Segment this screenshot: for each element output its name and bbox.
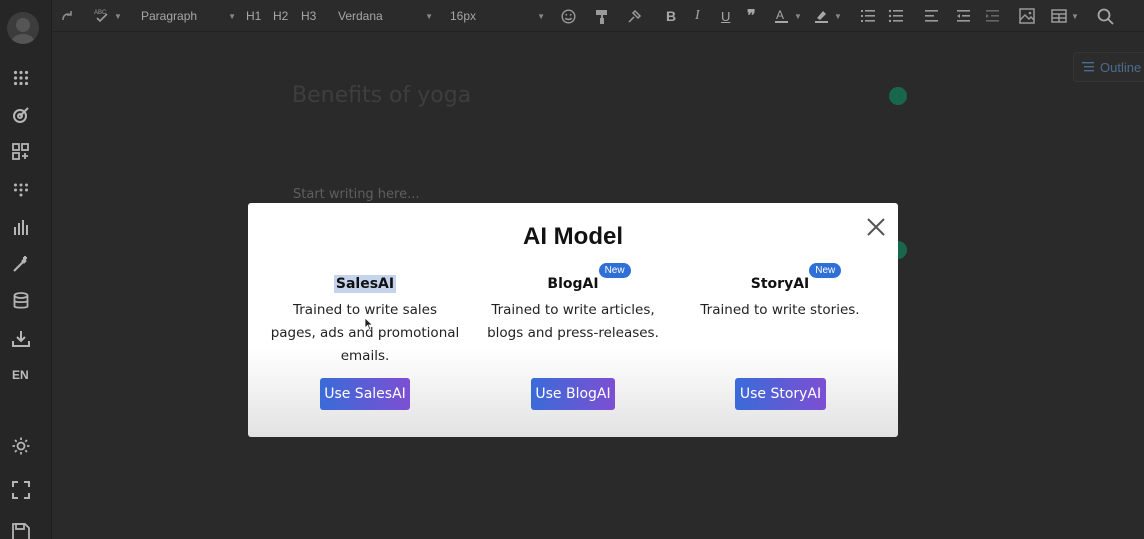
description-line: Trained to write articles, [491,302,655,318]
numbered-list-icon[interactable] [860,7,875,25]
text-cursor-icon [364,317,374,331]
close-button[interactable] [864,215,888,239]
bar-chart-icon[interactable] [11,217,31,237]
quote-button[interactable]: ❞ [747,7,756,25]
bold-button[interactable]: B [666,7,676,25]
editor-toolbar: ABC ▼ Paragraph ▼ H1 H2 H3 Verdana ▼ 16p… [52,0,1144,32]
close-icon [867,218,885,236]
search-icon[interactable] [1097,7,1114,25]
chevron-down-icon: ▼ [537,11,545,21]
document-title[interactable]: Benefits of yoga [292,83,471,108]
language-selector[interactable]: EN [12,368,29,382]
block-format-select[interactable]: Paragraph ▼ [141,7,236,25]
new-badge: New [809,263,842,278]
align-left-icon[interactable] [924,7,939,25]
font-family-select[interactable]: Verdana ▼ [338,7,433,25]
dots-grid-icon[interactable] [11,180,31,200]
outline-button[interactable]: Outline [1073,52,1144,82]
chevron-down-icon: ▼ [834,11,842,21]
apps-grid-icon[interactable] [11,68,31,88]
emoji-icon[interactable] [561,7,576,25]
model-card-blogai: BlogAI New Trained to write articles, bl… [473,263,673,345]
model-name-text: BlogAI [547,276,599,292]
h3-button[interactable]: H3 [301,7,316,25]
redo-icon[interactable] [60,7,74,25]
text-color-picker[interactable]: A ▼ [774,7,802,25]
target-icon[interactable] [11,105,31,125]
description-line: emails. [340,348,390,364]
font-size-value: 16px [450,9,477,23]
highlight-color-picker[interactable]: ▼ [814,7,842,25]
format-painter-icon[interactable] [595,7,610,25]
model-name: BlogAI New [545,263,631,293]
table-icon[interactable]: ▼ [1051,7,1079,25]
use-storyai-button[interactable]: Use StoryAI [735,378,826,410]
font-size-select[interactable]: 16px ▼ [450,7,545,25]
outline-label: Outline [1100,59,1142,75]
h2-button[interactable]: H2 [273,7,288,25]
model-description: Trained to write sales pages, ads and pr… [265,299,465,368]
image-icon[interactable] [1019,7,1035,25]
database-icon[interactable] [11,291,31,311]
spellcheck-icon[interactable]: ABC ▼ [94,7,122,25]
model-name: StoryAI New [749,263,842,293]
sun-icon[interactable] [11,436,31,456]
magic-wand-icon[interactable] [11,254,31,274]
avatar[interactable] [7,12,39,44]
model-card-storyai: StoryAI New Trained to write stories. [680,263,880,322]
h1-button[interactable]: H1 [246,7,261,25]
model-name: SalesAI [333,275,397,293]
model-name-text: StoryAI [750,276,810,292]
indent-icon[interactable] [985,7,1000,25]
bullet-list-icon[interactable] [888,7,903,25]
font-family-value: Verdana [338,9,383,23]
chevron-down-icon: ▼ [1071,11,1079,21]
use-salesai-button[interactable]: Use SalesAI [320,378,410,410]
outline-icon [1082,62,1094,72]
save-icon[interactable] [11,522,31,539]
chevron-down-icon: ▼ [794,11,802,21]
dialog-title: AI Model [523,223,623,250]
grammarly-icon[interactable] [889,87,907,105]
chevron-down-icon: ▼ [425,11,433,21]
new-badge: New [598,263,631,278]
chevron-down-icon: ▼ [114,11,122,21]
model-description: Trained to write stories. [680,299,880,322]
outdent-icon[interactable] [956,7,971,25]
ai-model-dialog: AI Model SalesAI Trained to write sales … [248,203,898,437]
description-line: blogs and press-releases. [487,325,659,341]
use-blogai-button[interactable]: Use BlogAI [531,378,615,410]
description-line: Trained to write stories. [700,302,860,318]
underline-button[interactable]: U [721,7,730,25]
block-format-value: Paragraph [141,9,198,23]
svg-text:A: A [776,8,784,22]
add-widget-icon[interactable] [11,142,31,162]
model-description: Trained to write articles, blogs and pre… [473,299,673,345]
download-icon[interactable] [11,329,31,349]
italic-button[interactable]: I [695,7,700,25]
editor-placeholder[interactable]: Start writing here... [293,187,420,202]
clear-format-icon[interactable] [627,7,642,25]
left-sidebar: EN [0,0,52,539]
fullscreen-icon[interactable] [11,480,31,500]
chevron-down-icon: ▼ [228,11,236,21]
